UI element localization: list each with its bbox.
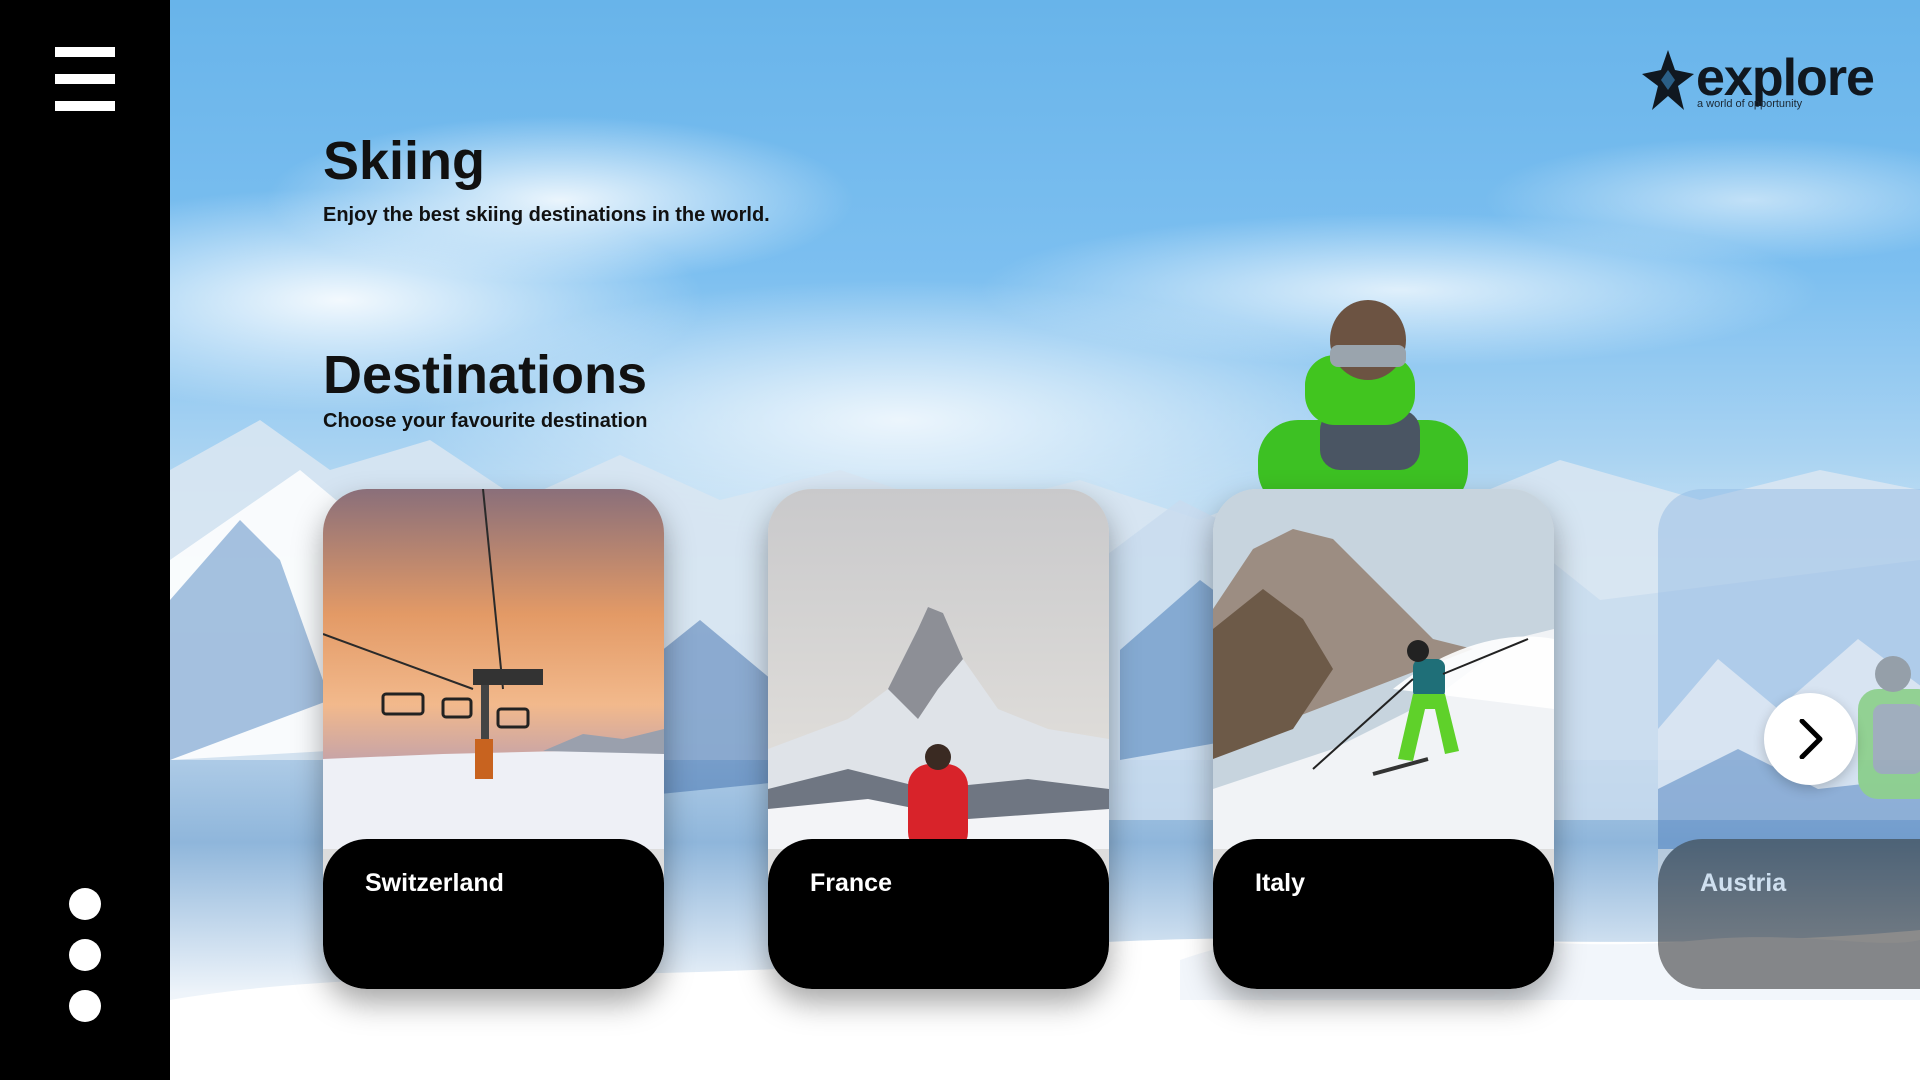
page-title: Skiing [323, 131, 486, 191]
star-logo-icon [1642, 50, 1694, 110]
section-title: Destinations [323, 345, 648, 405]
card-label: Austria [1700, 869, 1787, 897]
card-label-box: Switzerland [323, 839, 664, 989]
page-subtitle: Enjoy the best skiing destinations in th… [323, 204, 770, 226]
page-dot-2[interactable] [69, 939, 101, 971]
page-dot-3[interactable] [69, 990, 101, 1022]
card-label: Italy [1255, 869, 1306, 897]
menu-bar [55, 74, 115, 84]
ski-tourer-image [1658, 489, 1920, 849]
destination-card-italy[interactable]: Italy [1213, 489, 1554, 989]
menu-bar [55, 47, 115, 57]
destination-card-switzerland[interactable]: Switzerland [323, 489, 664, 989]
destination-card-france[interactable]: France [768, 489, 1109, 989]
card-label: Switzerland [365, 869, 504, 897]
section-subtitle: Choose your favourite destination [323, 410, 648, 432]
card-label: France [810, 869, 892, 897]
card-label-box: Austria [1658, 839, 1920, 989]
carousel-next-button[interactable] [1764, 693, 1856, 785]
matterhorn-hiker-image [768, 489, 1109, 849]
menu-bar [55, 101, 115, 111]
card-label-box: France [768, 839, 1109, 989]
brand-tagline: a world of opportunity [1697, 98, 1803, 110]
sidebar [0, 0, 170, 1080]
chevron-right-icon [1799, 719, 1823, 759]
card-label-box: Italy [1213, 839, 1554, 989]
hamburger-menu-icon[interactable] [55, 47, 115, 111]
chairlift-sunset-image [323, 489, 664, 849]
page-dot-1[interactable] [69, 888, 101, 920]
skier-powder-image [1213, 489, 1554, 849]
brand-logo[interactable]: explore a world of opportunity [1640, 48, 1880, 118]
